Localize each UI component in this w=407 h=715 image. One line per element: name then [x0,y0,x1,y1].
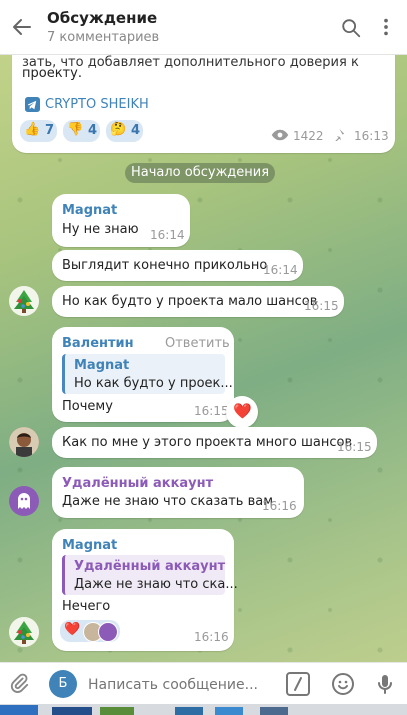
os-taskbar [0,704,407,715]
avatar[interactable] [9,617,39,647]
message-time: 16:15 [304,299,339,313]
attach-icon[interactable] [8,672,30,694]
message-author[interactable]: Валентин [62,336,134,351]
reaction-count: 4 [131,123,141,138]
page-title: Обсуждение [47,9,158,27]
emoji-sticker-icon[interactable] [331,672,355,696]
heart-reaction[interactable]: ❤️ [226,396,258,428]
comments-count: 7 комментариев [47,30,160,45]
reaction-thumbs-up[interactable]: 👍 7 [20,120,57,142]
discussion-start-label: Начало обсуждения [125,163,275,183]
message-text: Выглядит конечно прикольно [62,258,268,273]
message-author[interactable]: Magnat [62,538,117,553]
message-bubble[interactable]: Удалённый аккаунт Даже не знаю что сказа… [52,467,304,518]
reply-author: Magnat [74,358,130,373]
reaction-thumbs-down[interactable]: 👎 4 [63,120,100,142]
reply-quote[interactable]: Удалённый аккаунт Даже не знаю что ска..… [62,555,238,595]
post-bubble: зать, что добавляет дополнительного дове… [12,38,395,153]
message-bubble[interactable]: Выглядит конечно прикольно 16:14 [52,250,303,281]
commands-button[interactable] [286,672,310,696]
avatar[interactable] [9,286,39,316]
message-text: Нечего [62,599,111,614]
taskbar-app-icon[interactable] [52,707,92,715]
microphone-icon[interactable] [373,672,397,696]
message-time: 16:16 [262,499,297,513]
magnat-avatar-icon [9,617,39,647]
message-bubble[interactable]: Как по мне у этого проекта много шансов … [52,427,377,458]
telegram-icon [25,97,40,112]
post-text-line-2: проекту. [22,66,82,81]
magnat-avatar-icon [9,286,39,316]
message-bubble[interactable]: Magnat Удалённый аккаунт Даже не знаю чт… [52,529,238,651]
taskbar-app-icon[interactable] [175,707,203,715]
message-bubble[interactable]: Magnat Ну не знаю 16:14 [52,194,190,247]
message-bubble[interactable]: Но как будто у проекта мало шансов 16:15 [52,286,344,317]
composer: Б [0,662,407,705]
message-time: 16:14 [150,228,185,242]
reaction-thinking[interactable]: 🤔 4 [106,120,143,142]
views-count: 1422 [293,129,324,143]
valentin-avatar-icon [9,427,39,457]
message-time: 16:15 [194,404,229,418]
more-vertical-icon[interactable] [375,15,397,39]
reaction-hearts[interactable]: ❤️ [60,620,120,642]
send-as-avatar[interactable]: Б [49,670,77,698]
taskbar-app-icon[interactable] [100,707,134,715]
message-time: 16:16 [194,630,229,644]
message-author[interactable]: Удалённый аккаунт [62,476,213,491]
message-text: Даже не знаю что сказать вам [62,494,274,509]
post-time: 16:13 [354,129,389,143]
back-arrow-icon[interactable] [10,15,34,39]
reply-author: Удалённый аккаунт [74,559,226,574]
thumbs-down-icon: 👎 [67,122,84,137]
search-icon[interactable] [340,17,362,39]
reactor-avatar [98,622,118,642]
message-text: Как по мне у этого проекта много шансов [62,435,353,450]
slash-icon [294,677,302,691]
avatar[interactable] [9,486,39,516]
message-text: Ну не знаю [62,222,139,237]
avatar[interactable] [9,427,39,457]
message-author[interactable]: Magnat [62,203,117,218]
eye-icon [271,129,289,141]
top-bar: Обсуждение 7 комментариев [0,0,407,55]
chat-screen: Обсуждение 7 комментариев зать, что доба… [0,0,407,715]
message-input[interactable] [86,671,280,699]
thumbs-up-icon: 👍 [24,122,41,137]
heart-icon: ❤️ [233,402,252,420]
taskbar-app-icon[interactable] [215,707,243,715]
reply-quote[interactable]: Magnat Но как будто у проек... [62,354,233,394]
message-bubble[interactable]: Валентин Ответить Magnat Но как будто у … [52,327,234,422]
heart-icon: ❤️ [64,622,81,637]
reaction-count: 4 [88,123,98,138]
pin-icon [335,128,345,141]
reaction-count: 7 [45,123,55,138]
ghost-icon [18,493,30,509]
message-text: Почему [62,399,113,414]
taskbar-app-icon[interactable] [260,707,288,715]
send-as-letter: Б [58,676,68,691]
thinking-face-icon: 🤔 [110,122,127,137]
reply-text: Даже не знаю что ска... [74,577,238,592]
message-time: 16:15 [337,440,372,454]
channel-link[interactable]: CRYPTO SHEIKH [45,97,149,112]
message-text: Но как будто у проекта мало шансов [62,294,318,309]
reply-text: Но как будто у проек... [74,376,233,391]
taskbar-app-icon[interactable] [0,705,38,715]
reply-action-link[interactable]: Ответить [165,336,230,351]
message-time: 16:14 [263,263,298,277]
